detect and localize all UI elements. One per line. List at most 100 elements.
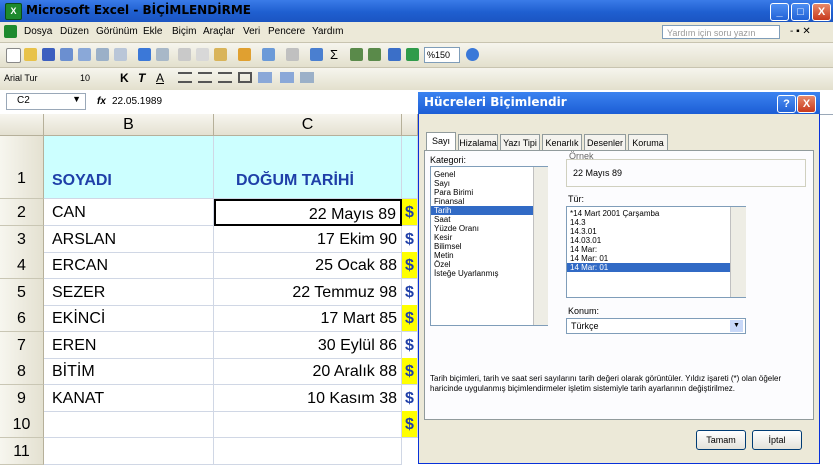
tab-koruma[interactable]: Koruma <box>628 134 668 150</box>
cell-d8[interactable]: $ <box>402 358 418 385</box>
cell-d3[interactable]: $ <box>402 226 418 253</box>
type-list[interactable]: *14 Mart 2001 Çarşamba 14.3 14.3.01 14.03.0… <box>566 206 746 298</box>
cell-c3[interactable]: 17 Ekim 90 <box>214 226 402 253</box>
type-item[interactable]: 14 Mar: 01 <box>567 254 745 263</box>
row-header-7[interactable]: 7 <box>0 332 44 359</box>
category-item[interactable]: Sayı <box>431 179 547 188</box>
category-item[interactable]: İsteğe Uyarlanmış <box>431 269 547 278</box>
category-list[interactable]: Genel Sayı Para Birimi Finansal Tarih Saat Yüz… <box>430 166 548 326</box>
font-size-select[interactable]: 10 <box>80 71 108 86</box>
category-item[interactable]: Genel <box>431 170 547 179</box>
save-icon[interactable] <box>42 48 55 61</box>
menu-bicim[interactable]: Biçim <box>172 26 196 37</box>
print-icon[interactable] <box>96 48 109 61</box>
cell-c10[interactable] <box>214 411 402 438</box>
cell-d2[interactable]: $ <box>402 199 418 226</box>
tab-kenarlik[interactable]: Kenarlık <box>542 134 582 150</box>
cell-b6[interactable]: EKİNCİ <box>44 305 214 332</box>
type-item[interactable]: 14.03.01 <box>567 236 745 245</box>
type-item[interactable]: 14 Mar: <box>567 245 745 254</box>
cell-d5[interactable]: $ <box>402 279 418 306</box>
chevron-down-icon[interactable]: ▼ <box>72 94 81 104</box>
row-header-8[interactable]: 8 <box>0 358 44 385</box>
paste-icon[interactable] <box>214 48 227 61</box>
minimize-button[interactable]: _ <box>770 3 789 21</box>
workbook-icon[interactable] <box>4 25 17 38</box>
research-icon[interactable] <box>156 48 169 61</box>
dialog-close-button[interactable]: X <box>797 95 816 113</box>
copy-icon[interactable] <box>196 48 209 61</box>
row-header-9[interactable]: 9 <box>0 385 44 412</box>
cell-c11[interactable] <box>214 438 402 465</box>
menu-pencere[interactable]: Pencere <box>268 26 305 37</box>
autosum-icon[interactable]: Σ <box>330 47 338 62</box>
cell-b5[interactable]: SEZER <box>44 279 214 306</box>
permission-icon[interactable] <box>60 48 73 61</box>
print-preview-icon[interactable] <box>114 48 127 61</box>
menu-ekle[interactable]: Ekle <box>143 26 162 37</box>
row-header-11[interactable]: 11 <box>0 438 44 465</box>
cell-b3[interactable]: ARSLAN <box>44 226 214 253</box>
close-button[interactable]: X <box>812 3 831 21</box>
cell-b11[interactable] <box>44 438 214 465</box>
type-item[interactable]: *14 Mart 2001 Çarşamba <box>567 209 745 218</box>
select-all-corner[interactable] <box>0 114 44 136</box>
cell-d6[interactable]: $ <box>402 305 418 332</box>
row-header-2[interactable]: 2 <box>0 199 44 226</box>
tab-sayi[interactable]: Sayı <box>426 132 456 150</box>
chart-wizard-icon[interactable] <box>388 48 401 61</box>
tab-yazi-tipi[interactable]: Yazı Tipi <box>500 134 540 150</box>
italic-button[interactable]: T <box>138 71 145 85</box>
row-header-5[interactable]: 5 <box>0 279 44 306</box>
locale-select[interactable]: Türkçe ▼ <box>566 318 746 334</box>
cell-b1[interactable]: SOYADI <box>44 136 214 199</box>
menu-duzen[interactable]: Düzen <box>60 26 89 37</box>
cell-c1[interactable]: DOĞUM TARİHİ <box>214 136 402 199</box>
category-item[interactable]: Kesir <box>431 233 547 242</box>
category-item[interactable]: Tarih <box>431 206 547 215</box>
type-item[interactable]: 14.3 <box>567 218 745 227</box>
cell-c2[interactable]: 22 Mayıs 89 <box>214 199 402 226</box>
column-header-d[interactable] <box>402 114 418 136</box>
email-icon[interactable] <box>78 48 91 61</box>
row-header-1[interactable]: 1 <box>0 136 44 199</box>
category-item[interactable]: Bilimsel <box>431 242 547 251</box>
open-icon[interactable] <box>24 48 37 61</box>
cell-b7[interactable]: EREN <box>44 332 214 359</box>
percent-style-icon[interactable] <box>280 72 294 83</box>
name-box[interactable]: C2 ▼ <box>6 93 86 110</box>
hyperlink-icon[interactable] <box>310 48 323 61</box>
bold-button[interactable]: K <box>120 71 129 85</box>
align-center-icon[interactable] <box>198 72 212 83</box>
dialog-help-button[interactable]: ? <box>777 95 796 113</box>
chevron-down-icon[interactable]: ▼ <box>730 320 743 332</box>
category-item[interactable]: Özel <box>431 260 547 269</box>
cell-d10[interactable]: $ <box>402 411 418 438</box>
cut-icon[interactable] <box>178 48 191 61</box>
cell-b9[interactable]: KANAT <box>44 385 214 412</box>
row-header-3[interactable]: 3 <box>0 226 44 253</box>
column-header-b[interactable]: B <box>44 114 214 136</box>
comma-style-icon[interactable] <box>300 72 314 83</box>
format-painter-icon[interactable] <box>238 48 251 61</box>
drawing-icon[interactable] <box>406 48 419 61</box>
cell-c8[interactable]: 20 Aralık 88 <box>214 358 402 385</box>
cell-c5[interactable]: 22 Temmuz 98 <box>214 279 402 306</box>
help-search-input[interactable]: Yardım için soru yazın <box>662 25 780 39</box>
help-icon[interactable] <box>466 48 479 61</box>
align-left-icon[interactable] <box>178 72 192 83</box>
category-scrollbar[interactable] <box>533 167 548 325</box>
cell-d4[interactable]: $ <box>402 252 418 279</box>
tab-desenler[interactable]: Desenler <box>584 134 626 150</box>
type-item[interactable]: 14 Mar: 01 <box>567 263 745 272</box>
merge-center-icon[interactable] <box>238 72 252 83</box>
document-controls[interactable]: - ▪ ✕ <box>790 26 811 37</box>
category-item[interactable]: Metin <box>431 251 547 260</box>
cell-b4[interactable]: ERCAN <box>44 252 214 279</box>
category-item[interactable]: Yüzde Oranı <box>431 224 547 233</box>
font-name-select[interactable]: Arial Tur <box>4 71 76 86</box>
type-item[interactable]: 14.3.01 <box>567 227 745 236</box>
formula-value[interactable]: 22.05.1989 <box>112 96 162 107</box>
row-header-10[interactable]: 10 <box>0 411 44 438</box>
cell-d7[interactable]: $ <box>402 332 418 359</box>
